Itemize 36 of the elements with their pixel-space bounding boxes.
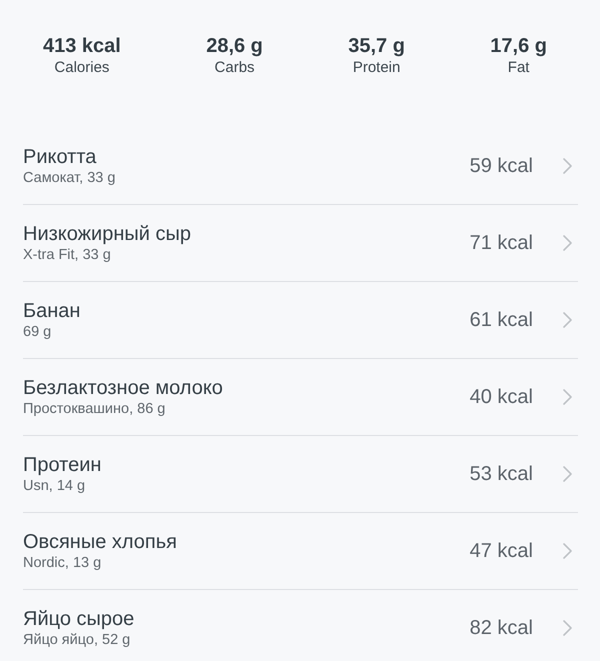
food-calories: 61 kcal [470,308,533,332]
food-detail: X-tra Fit, 33 g [23,246,111,264]
food-name: Овсяные хлопья [23,530,177,554]
chevron-right-icon[interactable] [563,389,572,405]
food-name: Низкожирный сыр [23,222,191,246]
food-name: Рикотта [23,145,96,169]
food-detail: Usn, 14 g [23,477,86,495]
chevron-right-icon[interactable] [563,312,572,328]
food-detail: Простоквашино, 86 g [23,400,166,418]
food-name: Яйцо сырое [23,607,134,631]
chevron-right-icon[interactable] [563,466,572,482]
chevron-right-icon[interactable] [563,543,572,559]
nutrient-total: 413 kcal [43,34,121,58]
nutrient-label: Fat [508,58,530,77]
food-detail: Яйцо яйцо, 52 g [23,631,130,649]
food-calories: 53 kcal [470,462,533,486]
food-detail: Nordic, 13 g [23,554,102,572]
chevron-right-icon[interactable] [563,235,572,251]
food-calories: 59 kcal [470,154,533,178]
nutrient-label: Carbs [214,58,255,77]
food-calories: 82 kcal [470,616,533,640]
nutrient-label: Calories [54,58,110,77]
food-name: Банан [23,299,80,323]
food-calories: 40 kcal [470,386,533,408]
food-calories: 71 kcal [470,232,533,254]
food-detail: Самокат, 33 g [23,169,116,187]
food-calories: 47 kcal [470,540,533,562]
nutrient-label: Protein [352,58,400,77]
nutrient-total: 28,6 g [206,34,263,58]
chevron-right-icon[interactable] [563,158,572,174]
food-name: Безлактозное молоко [23,376,223,400]
nutrient-total: 35,7 g [348,34,405,58]
nutrient-total: 17,6 g [490,34,547,58]
food-detail: 69 g [23,323,52,341]
chevron-right-icon[interactable] [563,620,572,636]
food-name: Протеин [23,453,102,477]
